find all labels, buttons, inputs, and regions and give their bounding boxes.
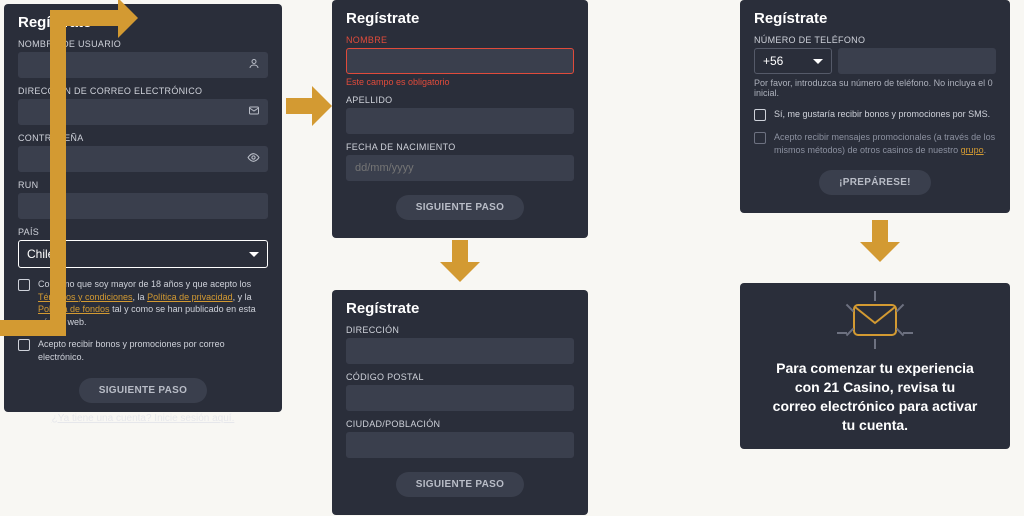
flow-arrow-icon — [440, 240, 480, 284]
group-opt-row: Acepto recibir mensajes promocionales (a… — [754, 131, 996, 156]
next-button[interactable]: SIGUIENTE PASO — [396, 472, 524, 497]
group-opt-text: Acepto recibir mensajes promocionales (a… — [774, 131, 996, 156]
sms-opt-row: Sí, me gustaría recibir bonos y promocio… — [754, 108, 996, 121]
flow-arrow-icon — [860, 220, 900, 264]
lastname-input[interactable] — [346, 108, 574, 134]
chevron-down-icon — [249, 252, 259, 257]
phone-help-text: Por favor, introduzca su número de teléf… — [754, 78, 996, 98]
address-input[interactable] — [346, 338, 574, 364]
name-label: NOMBRE — [346, 35, 574, 45]
eye-icon[interactable] — [247, 151, 260, 167]
name-error-text: Este campo es obligatorio — [346, 77, 574, 87]
confirmation-message: Para comenzar tu experiencia con 21 Casi… — [754, 359, 996, 435]
promo-email-checkbox[interactable] — [18, 339, 30, 351]
group-link[interactable]: grupo — [961, 145, 984, 155]
phone-prefix-value: +56 — [763, 54, 783, 68]
mail-icon — [852, 303, 898, 337]
sms-opt-text: Sí, me gustaría recibir bonos y promocio… — [774, 108, 990, 121]
phone-label: NÚMERO DE TELÉFONO — [754, 35, 996, 45]
panel-title: Regístrate — [346, 10, 574, 27]
dob-input[interactable] — [346, 155, 574, 181]
zip-label: CÓDIGO POSTAL — [346, 372, 574, 382]
privacy-link[interactable]: Política de privacidad — [147, 292, 233, 302]
login-link[interactable]: ¿Ya tiene una cuenta? Inicie sesión aquí… — [18, 413, 268, 424]
phone-input[interactable] — [838, 48, 996, 74]
next-button[interactable]: SIGUIENTE PASO — [396, 195, 524, 220]
register-step1-panel: Regístrate NOMBRE DE USUARIO DIRECCIÓN D… — [4, 4, 282, 412]
terms-text: Confirmo que soy mayor de 18 años y que … — [38, 278, 268, 328]
promo-email-text: Acepto recibir bonos y promociones por c… — [38, 338, 268, 363]
register-step4-panel: Regístrate NÚMERO DE TELÉFONO +56 Por fa… — [740, 0, 1010, 213]
funds-link[interactable]: Política de fondos — [38, 304, 110, 314]
group-opt-checkbox[interactable] — [754, 132, 766, 144]
panel-title: Regístrate — [346, 300, 574, 317]
phone-prefix-select[interactable]: +56 — [754, 48, 832, 74]
city-input[interactable] — [346, 432, 574, 458]
user-icon — [248, 58, 260, 73]
flow-arrow-icon — [286, 86, 336, 126]
name-input[interactable] — [346, 48, 574, 74]
chevron-down-icon — [813, 59, 823, 64]
mail-icon — [248, 105, 260, 120]
terms-checkbox[interactable] — [18, 279, 30, 291]
zip-input[interactable] — [346, 385, 574, 411]
panel-title: Regístrate — [754, 10, 996, 27]
lastname-label: APELLIDO — [346, 95, 574, 105]
submit-button[interactable]: ¡PREPÁRESE! — [819, 170, 931, 195]
city-label: CIUDAD/POBLACIÓN — [346, 419, 574, 429]
dob-label: FECHA DE NACIMIENTO — [346, 142, 574, 152]
promo-email-row: Acepto recibir bonos y promociones por c… — [18, 338, 268, 363]
sms-opt-checkbox[interactable] — [754, 109, 766, 121]
register-step3-panel: Regístrate DIRECCIÓN CÓDIGO POSTAL CIUDA… — [332, 290, 588, 515]
address-label: DIRECCIÓN — [346, 325, 574, 335]
register-step2-panel: Regístrate NOMBRE Este campo es obligato… — [332, 0, 588, 238]
envelope-animation-icon — [835, 293, 915, 347]
register-confirmation-panel: Para comenzar tu experiencia con 21 Casi… — [740, 283, 1010, 449]
next-button[interactable]: SIGUIENTE PASO — [79, 378, 207, 403]
phone-row: +56 — [754, 48, 996, 74]
